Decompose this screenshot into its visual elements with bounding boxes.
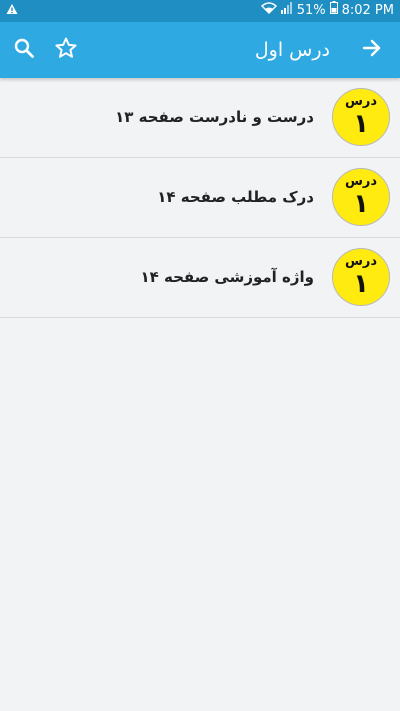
list-item-title: درک مطلب صفحه ۱۴ [157,188,314,206]
favorite-button[interactable] [52,36,80,64]
battery-icon [329,0,338,22]
lesson-badge: درس ۱ [332,88,390,146]
search-icon [13,37,35,63]
battery-percent: 51% [296,3,326,18]
badge-label: درس [344,94,378,109]
list-item-title: واژه آموزشی صفحه ۱۴ [140,268,314,286]
list-item[interactable]: درس ۱ واژه آموزشی صفحه ۱۴ [0,238,400,318]
back-button[interactable] [358,36,386,64]
list-item[interactable]: درس ۱ درست و نادرست صفحه ۱۳ [0,78,400,158]
lesson-badge: درس ۱ [332,248,390,306]
status-left [6,3,18,19]
page-title: درس اول [254,39,330,61]
app-bar: درس اول [0,22,400,78]
signal-icon [280,0,293,22]
wifi-icon [260,0,277,22]
status-right: 51% 8:02 PM [260,0,394,22]
list-item-title: درست و نادرست صفحه ۱۳ [115,108,314,126]
badge-label: درس [344,174,378,189]
badge-number: ۱ [353,109,369,139]
badge-number: ۱ [353,269,369,299]
badge-label: درس [344,254,378,269]
arrow-right-icon [361,37,383,63]
list-item[interactable]: درس ۱ درک مطلب صفحه ۱۴ [0,158,400,238]
badge-number: ۱ [353,189,369,219]
status-time: 8:02 PM [341,3,394,18]
lesson-list: درس ۱ درست و نادرست صفحه ۱۳ درس ۱ درک مط… [0,78,400,318]
star-outline-icon [54,36,78,64]
warning-icon [6,3,18,19]
status-bar: 51% 8:02 PM [0,0,400,22]
search-button[interactable] [10,36,38,64]
lesson-badge: درس ۱ [332,168,390,226]
